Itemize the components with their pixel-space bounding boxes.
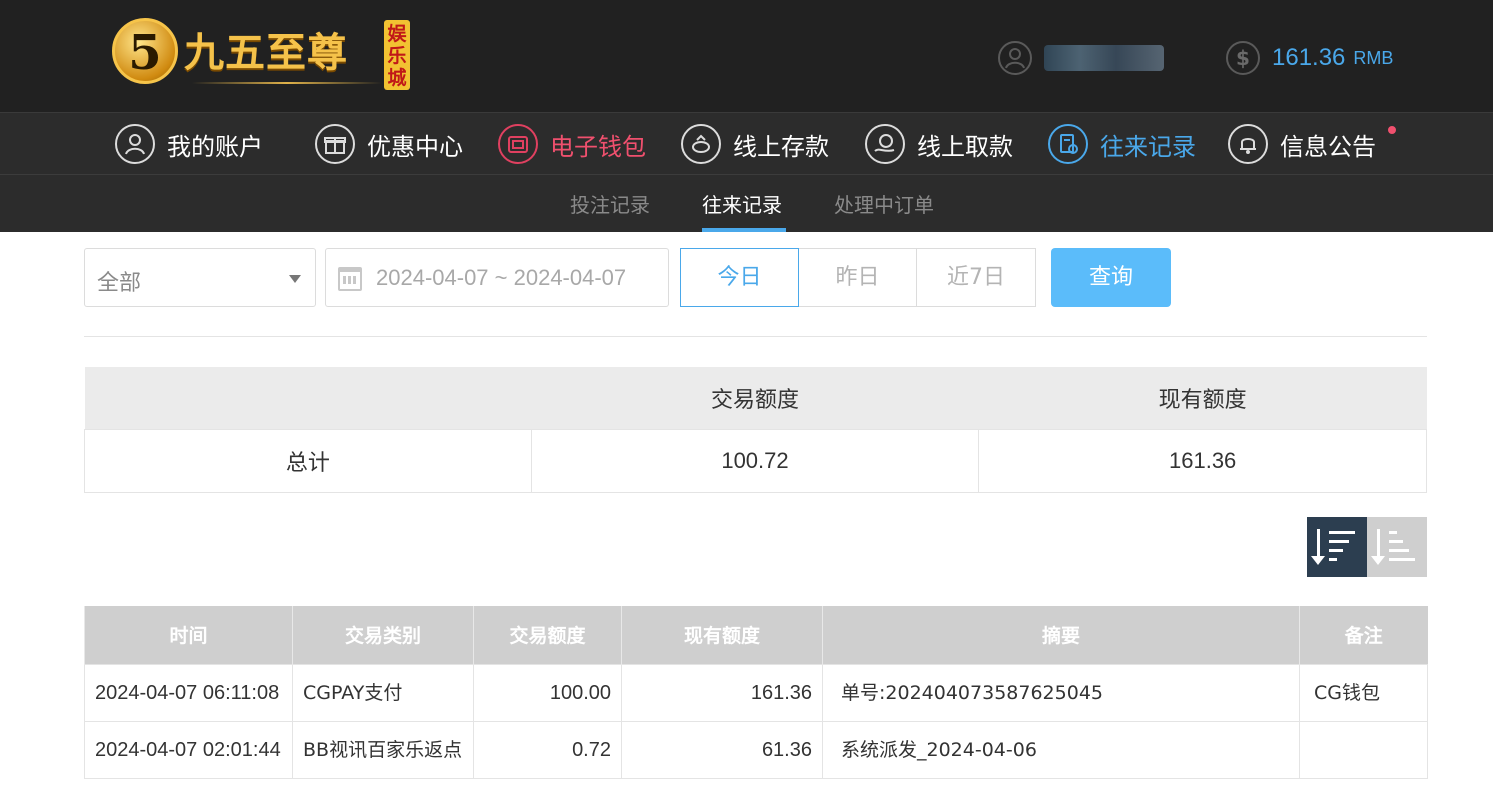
- date-range-input[interactable]: 2024-04-07 ~ 2024-04-07: [325, 248, 669, 307]
- col-type: 交易类别: [292, 606, 474, 664]
- table-row: 2024-04-07 06:11:08 CGPAY支付 100.00 161.3…: [84, 663, 1428, 722]
- bell-icon: [1228, 124, 1268, 164]
- table-row: 2024-04-07 02:01:44 BB视讯百家乐返点 0.72 61.36…: [84, 720, 1428, 779]
- col-balance: 现有额度: [621, 606, 823, 664]
- nav-item-promotions[interactable]: 优惠中心: [315, 121, 463, 167]
- cell-time: 2024-04-07 06:11:08: [84, 663, 293, 722]
- summary-total-label: 总计: [84, 428, 532, 493]
- transactions-table: 时间 交易类别 交易额度 现有额度 摘要 备注 2024-04-07 06:11…: [84, 606, 1428, 779]
- sort-asc-button[interactable]: [1367, 517, 1427, 577]
- tab-transaction-records[interactable]: 往来记录: [702, 189, 782, 218]
- query-button[interactable]: 查询: [1051, 248, 1171, 307]
- sort-desc-button[interactable]: [1307, 517, 1367, 577]
- cell-time: 2024-04-07 02:01:44: [84, 720, 293, 779]
- col-summary: 摘要: [822, 606, 1300, 664]
- user-area[interactable]: [998, 40, 1164, 76]
- balance-value: 161.36: [1272, 44, 1346, 71]
- nav-item-announcements[interactable]: 信息公告: [1228, 121, 1396, 167]
- logo-text: 九五至尊: [184, 29, 348, 76]
- sub-nav: 投注记录 往来记录 处理中订单: [0, 174, 1493, 232]
- divider: [84, 336, 1427, 337]
- nav-item-e-wallet[interactable]: 电子钱包: [498, 121, 646, 167]
- nav-item-online-withdraw[interactable]: 线上取款: [865, 121, 1013, 167]
- logo-emblem: 5: [112, 18, 178, 84]
- site-logo[interactable]: 5 九五至尊 娱乐城: [110, 12, 415, 100]
- col-time: 时间: [84, 606, 293, 664]
- active-tab-underline: [702, 228, 786, 232]
- summary-header-blank: [84, 367, 532, 429]
- user-icon: [115, 124, 155, 164]
- deposit-icon: [681, 124, 721, 164]
- cell-balance: 161.36: [621, 663, 823, 722]
- cell-summary: 单号:202404073587625045: [822, 663, 1300, 722]
- dollar-coin-icon: $: [1226, 41, 1260, 75]
- nav-item-online-deposit[interactable]: 线上存款: [681, 121, 829, 167]
- summary-table: 交易额度 现有额度 总计 100.72 161.36: [84, 367, 1427, 493]
- calendar-icon: [338, 267, 362, 291]
- cell-summary: 系统派发_2024-04-06: [822, 720, 1300, 779]
- summary-total-amount: 100.72: [530, 428, 980, 493]
- notification-dot: [1388, 126, 1396, 134]
- today-button[interactable]: 今日: [680, 248, 799, 307]
- cell-type: CGPAY支付: [292, 663, 474, 722]
- col-note: 备注: [1299, 606, 1428, 664]
- logo-ornament: [192, 82, 382, 84]
- table-header-row: 时间 交易类别 交易额度 现有额度 摘要 备注: [84, 606, 1428, 664]
- cell-note: CG钱包: [1299, 663, 1428, 722]
- top-header: 5 九五至尊 娱乐城 $ 161.36 RMB: [0, 0, 1493, 112]
- last-7-days-button[interactable]: 近7日: [916, 248, 1036, 307]
- cell-type: BB视讯百家乐返点: [292, 720, 474, 779]
- cell-note: [1299, 720, 1428, 779]
- summary-total-balance: 161.36: [978, 428, 1427, 493]
- balance-area: $ 161.36 RMB: [1226, 40, 1393, 76]
- main-nav: 我的账户 优惠中心 电子钱包 线上存款 线上取款 往来记录 信息公告: [0, 112, 1493, 174]
- balance-unit: RMB: [1353, 47, 1394, 68]
- cell-balance: 61.36: [621, 720, 823, 779]
- nav-item-transaction-records[interactable]: 往来记录: [1048, 121, 1196, 167]
- summary-header-amount: 交易额度: [531, 367, 979, 429]
- gift-icon: [315, 124, 355, 164]
- col-amount: 交易额度: [473, 606, 622, 664]
- summary-header-balance: 现有额度: [978, 367, 1427, 429]
- cell-amount: 0.72: [473, 720, 622, 779]
- user-circle-icon: [998, 41, 1032, 75]
- tab-bet-records[interactable]: 投注记录: [570, 189, 650, 218]
- cell-amount: 100.00: [473, 663, 622, 722]
- chevron-down-icon: [289, 275, 301, 283]
- withdraw-icon: [865, 124, 905, 164]
- yesterday-button[interactable]: 昨日: [798, 248, 917, 307]
- type-select[interactable]: 全部: [84, 248, 316, 307]
- records-icon: [1048, 124, 1088, 164]
- nav-item-my-account[interactable]: 我的账户: [115, 121, 263, 167]
- tab-pending-orders[interactable]: 处理中订单: [834, 189, 934, 218]
- logo-badge: 娱乐城: [384, 20, 410, 90]
- wallet-icon: [498, 124, 538, 164]
- username-blurred: [1044, 45, 1164, 71]
